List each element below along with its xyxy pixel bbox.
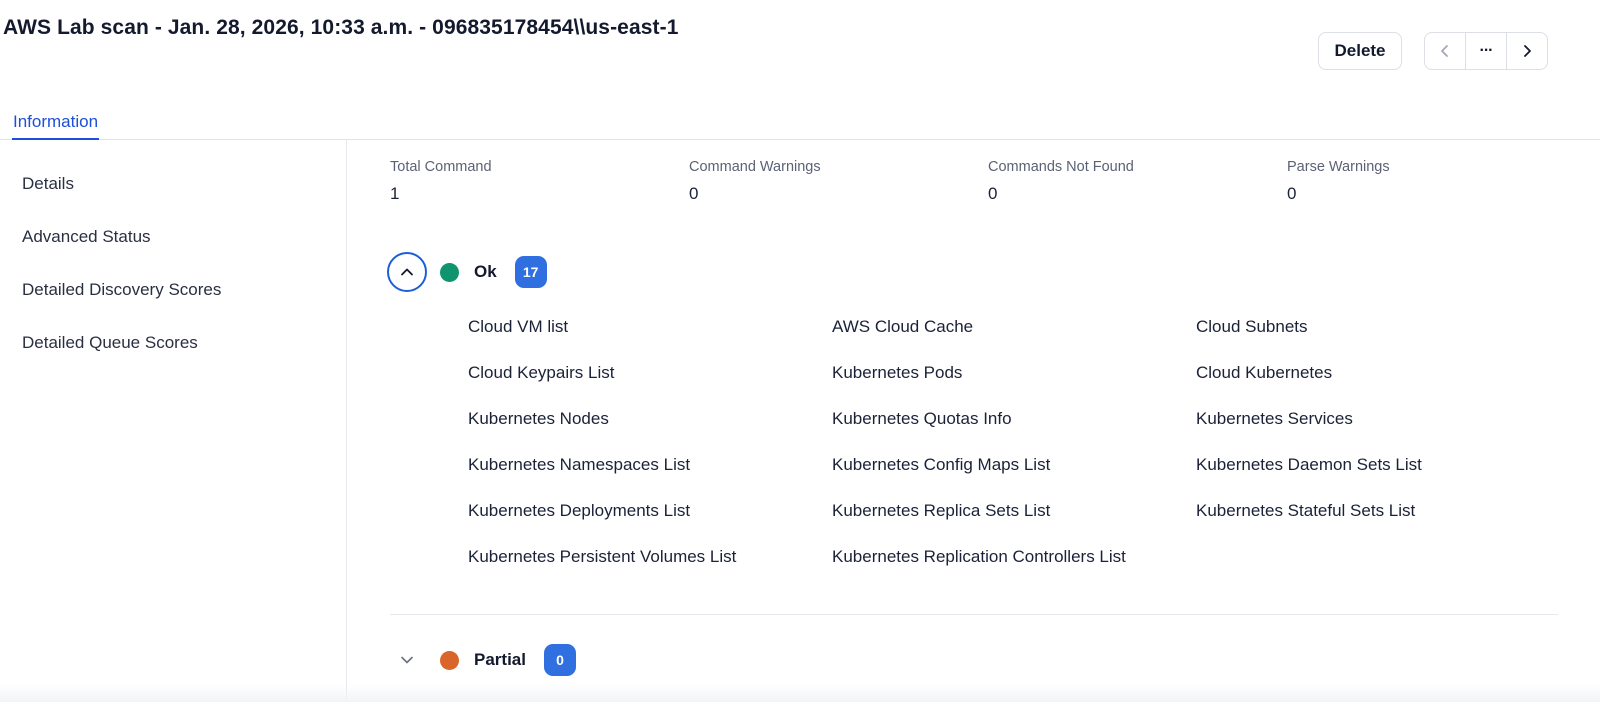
- list-item: Cloud Kubernetes: [1196, 363, 1333, 382]
- more-horizontal-icon: ···: [1479, 42, 1494, 59]
- stat-parse-warnings: Parse Warnings 0: [1287, 159, 1567, 204]
- sidebar-item-detailed-discovery-scores[interactable]: Detailed Discovery Scores: [22, 280, 221, 300]
- stat-label: Commands Not Found: [988, 159, 1134, 175]
- list-item: Cloud Keypairs List: [468, 363, 615, 382]
- stat-label: Command Warnings: [689, 159, 821, 175]
- stat-total-command: Total Command 1: [390, 159, 670, 204]
- list-item: Kubernetes Config Maps List: [832, 455, 1051, 474]
- list-item: Kubernetes Replica Sets List: [832, 501, 1051, 520]
- sidebar-item-details[interactable]: Details: [22, 174, 74, 194]
- chevron-up-icon: [401, 268, 413, 276]
- tab-bar: Information: [0, 112, 1600, 140]
- expand-partial-button[interactable]: [387, 640, 427, 680]
- stat-value: 0: [689, 184, 699, 203]
- more-actions-button[interactable]: ···: [1465, 33, 1506, 69]
- stat-label: Total Command: [390, 159, 492, 175]
- collapse-ok-button[interactable]: [387, 252, 427, 292]
- stat-command-warnings: Command Warnings 0: [689, 159, 969, 204]
- previous-record-button[interactable]: [1425, 33, 1465, 69]
- stat-label: Parse Warnings: [1287, 159, 1390, 175]
- count-badge: 17: [514, 256, 547, 288]
- chevron-right-icon: [1524, 45, 1531, 57]
- next-record-button[interactable]: [1506, 33, 1547, 69]
- list-item: Kubernetes Nodes: [468, 409, 609, 428]
- bottom-edge: [0, 684, 1600, 702]
- list-item: Kubernetes Pods: [832, 363, 963, 382]
- group-label: Ok: [474, 262, 497, 281]
- main-content: Total Command 1 Command Warnings 0 Comma…: [347, 140, 1600, 702]
- record-nav-group: ···: [1424, 32, 1548, 70]
- stat-value: 0: [1287, 184, 1297, 203]
- sidebar-item-detailed-queue-scores[interactable]: Detailed Queue Scores: [22, 333, 198, 353]
- list-item: Kubernetes Services: [1196, 409, 1353, 428]
- list-item: AWS Cloud Cache: [832, 317, 974, 336]
- list-item: Kubernetes Persistent Volumes List: [468, 547, 737, 566]
- list-item: Kubernetes Deployments List: [468, 501, 691, 520]
- list-item: Kubernetes Replication Controllers List: [832, 547, 1126, 566]
- group-header-ok: Ok 17: [387, 252, 547, 292]
- chevron-down-icon: [401, 656, 413, 664]
- stat-value: 0: [988, 184, 998, 203]
- sidebar: Details Advanced Status Detailed Discove…: [0, 140, 347, 702]
- list-item: Kubernetes Namespaces List: [468, 455, 691, 474]
- page-title: AWS Lab scan - Jan. 28, 2026, 10:33 a.m.…: [3, 16, 679, 39]
- group-header-partial: Partial 0: [387, 640, 576, 680]
- stat-value: 1: [390, 184, 400, 203]
- sidebar-item-advanced-status[interactable]: Advanced Status: [22, 227, 151, 247]
- chevron-left-icon: [1441, 45, 1448, 57]
- list-item: Kubernetes Quotas Info: [832, 409, 1012, 428]
- section-divider: [390, 614, 1558, 615]
- status-dot-icon: [440, 262, 459, 282]
- list-item: Kubernetes Daemon Sets List: [1196, 455, 1422, 474]
- delete-button[interactable]: Delete: [1318, 32, 1402, 70]
- status-dot-icon: [440, 650, 459, 670]
- group-label: Partial: [474, 650, 526, 669]
- list-item: Cloud Subnets: [1196, 317, 1308, 336]
- tab-information[interactable]: Information: [12, 112, 100, 140]
- list-item: Cloud VM list: [468, 317, 569, 336]
- stat-commands-not-found: Commands Not Found 0: [988, 159, 1268, 204]
- list-item: Kubernetes Stateful Sets List: [1196, 501, 1416, 520]
- count-badge: 0: [543, 644, 576, 676]
- ok-command-list: Cloud VM list AWS Cloud Cache Cloud Subn…: [468, 317, 1568, 593]
- page-header: AWS Lab scan - Jan. 28, 2026, 10:33 a.m.…: [0, 0, 1600, 112]
